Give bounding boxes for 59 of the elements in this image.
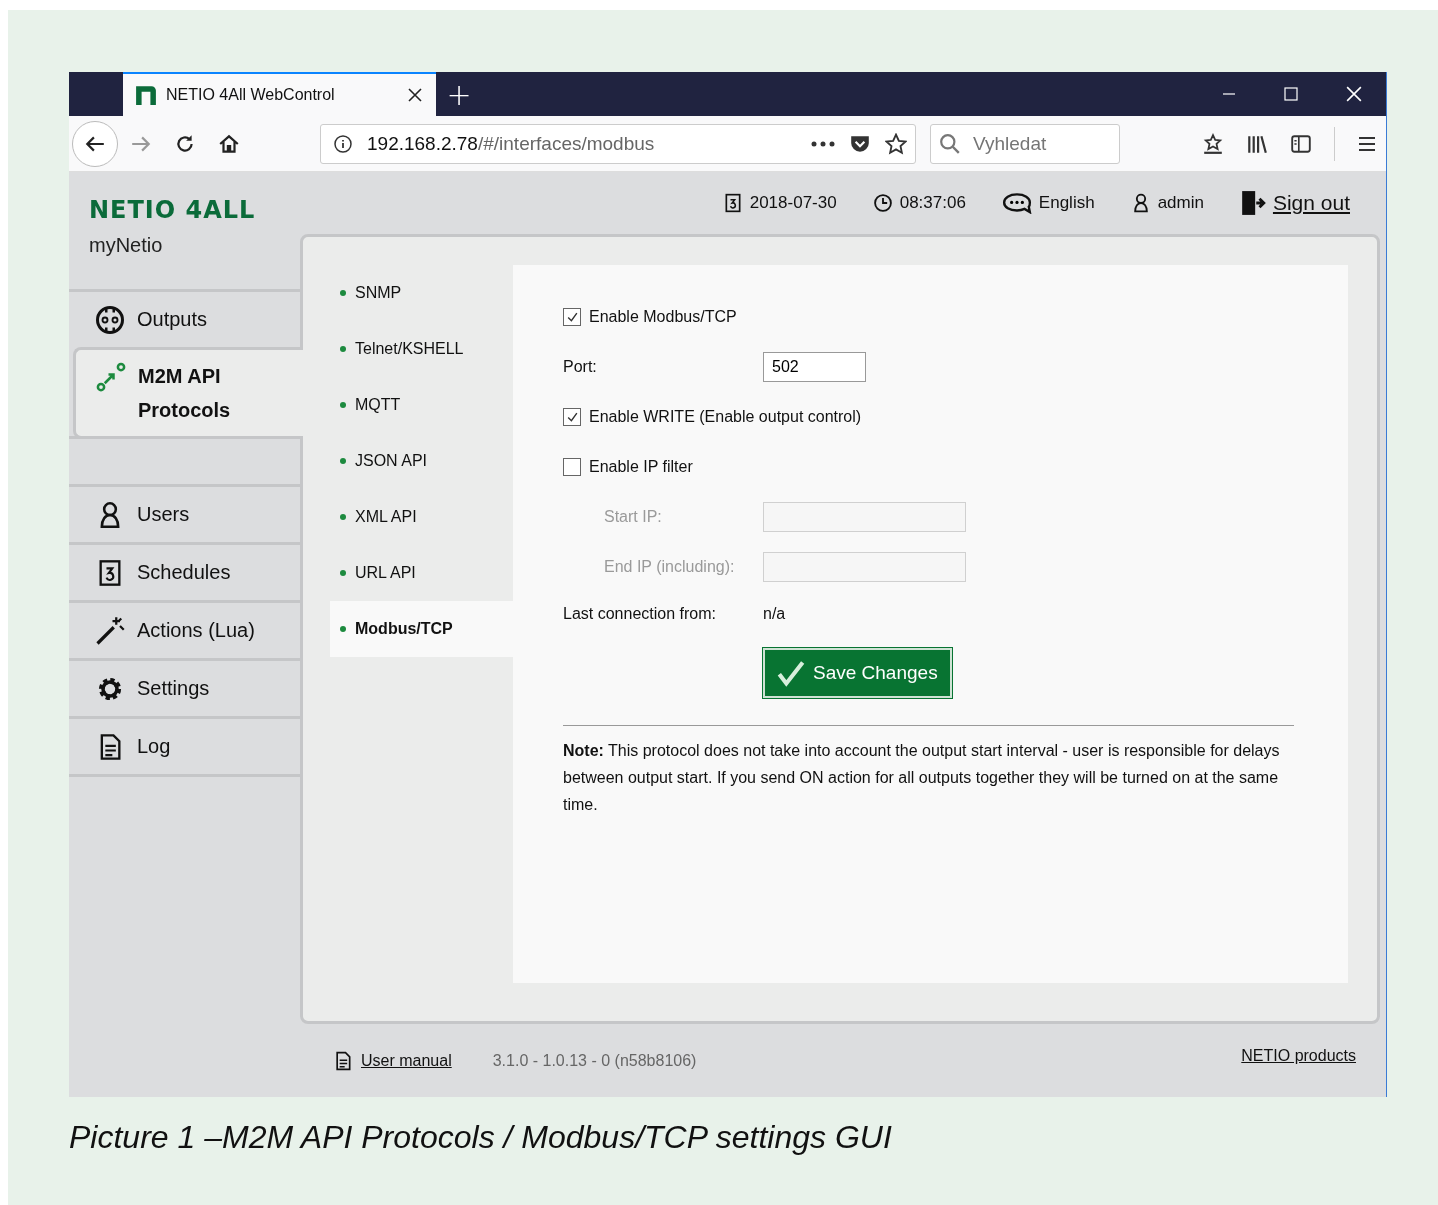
language-selector[interactable]: English	[1038, 193, 1095, 213]
last-connection-label: Last connection from:	[563, 605, 716, 623]
save-button[interactable]: Save Changes	[763, 648, 952, 698]
submenu-item[interactable]: URL API	[330, 545, 513, 601]
more-icon[interactable]	[811, 140, 835, 147]
checkbox[interactable]	[563, 458, 581, 476]
version-text: 3.1.0 - 1.0.13 - 0 (n58b8106)	[492, 1051, 697, 1070]
tray-star-icon[interactable]	[1202, 132, 1224, 155]
figure-caption: Picture 1 –M2M API Protocols / Modbus/TCP settings GUI	[69, 1119, 893, 1156]
sidebar-icon[interactable]	[1290, 132, 1312, 155]
submenu-item[interactable]: SNMP	[330, 265, 513, 321]
speech-bubble-icon	[1001, 192, 1032, 214]
nav-item[interactable]: M2M API Protocols	[73, 347, 303, 439]
info-icon	[333, 133, 353, 154]
document-icon	[333, 1050, 353, 1071]
n-logo-icon	[135, 84, 157, 106]
outlet-icon	[95, 304, 125, 335]
home-icon[interactable]	[218, 132, 240, 155]
wand-icon	[95, 615, 125, 646]
sign-out-link[interactable]: Sign out	[1272, 191, 1350, 215]
subtitle: myNetio	[89, 234, 164, 257]
submenu-item[interactable]: Telnet/KSHELL	[330, 321, 513, 377]
start-ip-label: Start IP:	[603, 508, 662, 526]
checkbox[interactable]	[563, 408, 581, 426]
port-field[interactable]: 502	[763, 352, 866, 382]
time-text: 08:37:06	[899, 193, 966, 213]
submenu-item[interactable]: Modbus/TCP	[330, 601, 513, 657]
check-icon	[565, 410, 579, 424]
search-field[interactable]: Vyhledat	[930, 123, 1120, 164]
submenu-item[interactable]: XML API	[330, 489, 513, 545]
address-bar[interactable]: 192.168.2.78/#/interfaces/modbus	[320, 123, 916, 164]
date-text: 2018-07-30	[722, 193, 837, 213]
user-name: admin	[1157, 193, 1204, 213]
netio-logo: NETIO 4ALL	[89, 198, 257, 222]
arrows-icon	[96, 362, 126, 392]
checkbox[interactable]	[563, 308, 581, 326]
check-icon	[565, 310, 579, 324]
check-icon	[777, 659, 805, 687]
checkbox-label: Enable IP filter	[589, 458, 693, 476]
end-ip-label: End IP (including):	[603, 558, 735, 576]
user-manual-link[interactable]: User manual	[361, 1051, 452, 1070]
browser-tab[interactable]: NETIO 4All WebControl	[123, 72, 436, 116]
port-label: Port:	[563, 358, 597, 376]
checkbox-label: Enable WRITE (Enable output control)	[589, 408, 862, 426]
last-connection-value: n/a	[763, 605, 786, 623]
maximize-icon[interactable]	[1284, 87, 1298, 101]
clock-icon	[872, 193, 893, 213]
url-text: 192.168.2.78/#/interfaces/modbus	[367, 132, 656, 155]
submenu-item[interactable]: MQTT	[330, 377, 513, 433]
star-icon[interactable]	[885, 132, 907, 155]
new-tab-button[interactable]: +	[436, 72, 482, 116]
close-icon[interactable]	[408, 88, 422, 102]
back-button[interactable]	[72, 120, 118, 167]
exit-door-icon[interactable]	[1239, 190, 1266, 216]
note-text: Note: This protocol does not take into account the output start interval - user is responsible for delays between output start. If you send ON action for all outputs together they will be turned on at the same time.	[563, 741, 1281, 815]
netio-products-link[interactable]: NETIO products	[1241, 1046, 1356, 1065]
reload-icon[interactable]	[174, 132, 196, 155]
submenu-item[interactable]: JSON API	[330, 433, 513, 489]
checkbox-label: Enable Modbus/TCP	[589, 308, 737, 326]
